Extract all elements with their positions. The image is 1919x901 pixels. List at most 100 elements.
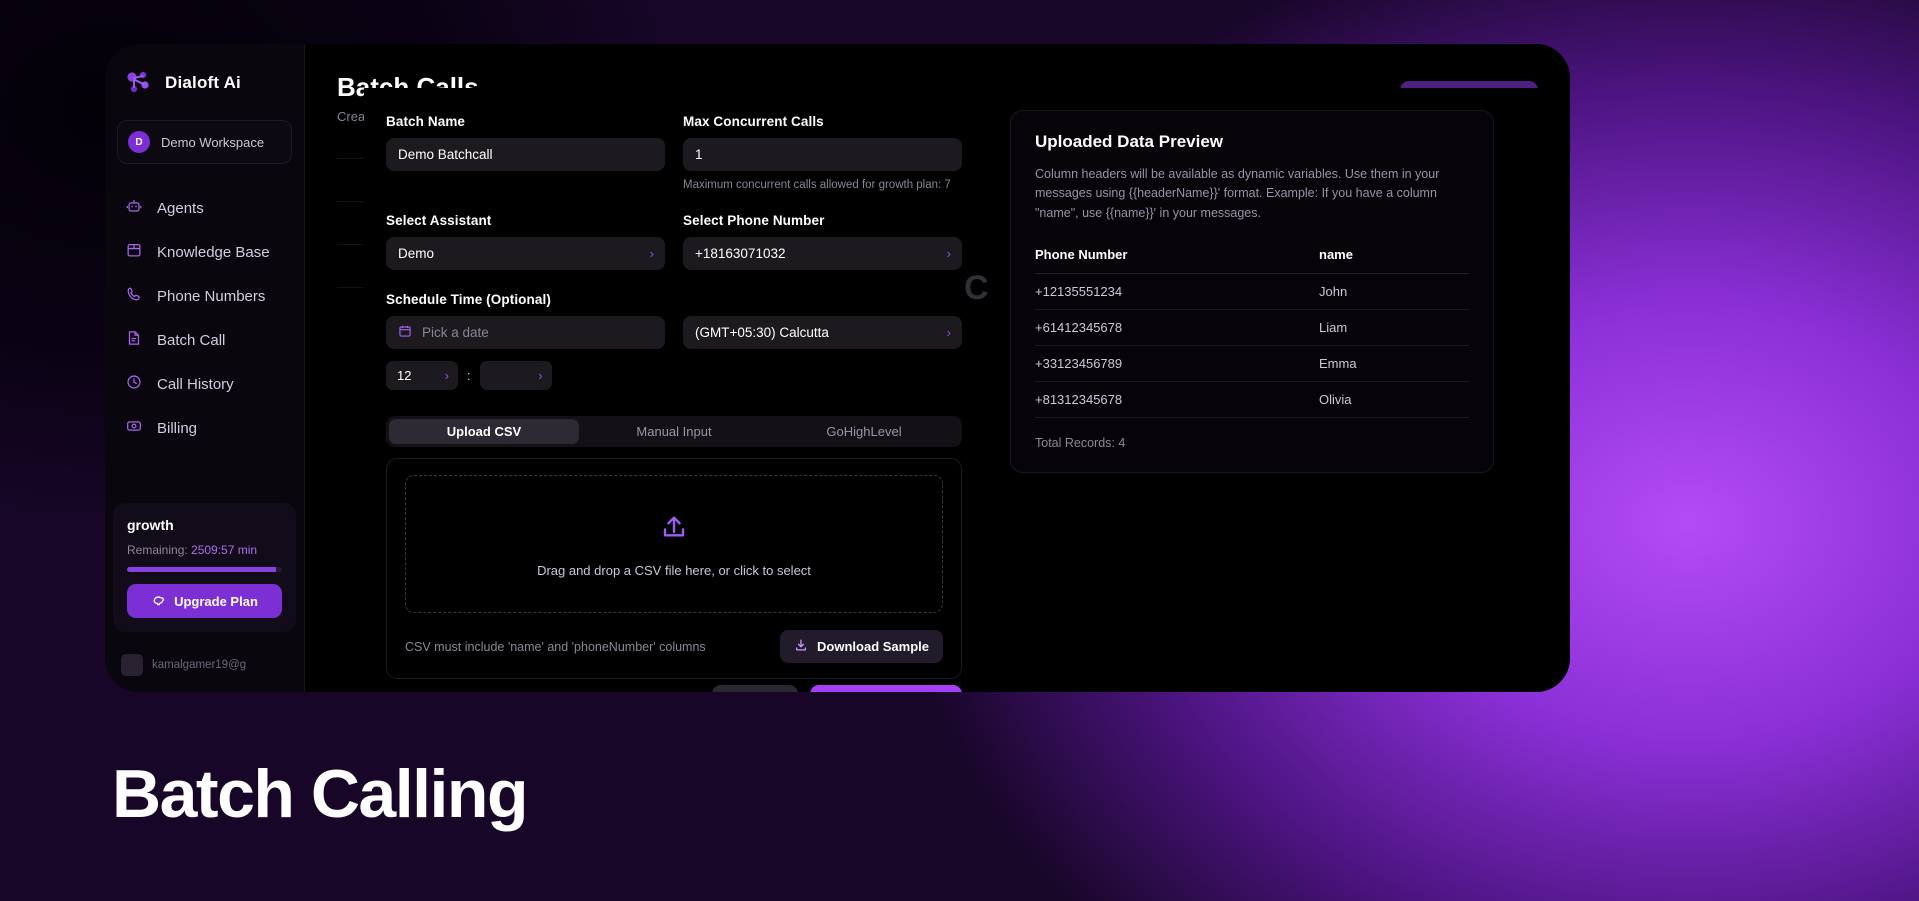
preview-table-body: +12135551234 John +61412345678 Liam +331… [1035, 273, 1469, 419]
chevron-right-icon: › [444, 368, 449, 383]
tab-manual-input[interactable]: Manual Input [579, 419, 769, 444]
timezone-select[interactable]: (GMT+05:30) Calcutta › [683, 316, 962, 349]
dropzone-text: Drag and drop a CSV file here, or click … [537, 563, 811, 578]
cell-phone: +81312345678 [1035, 381, 1319, 419]
cell-name: Liam [1319, 309, 1469, 347]
preview-description: Column headers will be available as dyna… [1035, 167, 1440, 220]
preview-title: Uploaded Data Preview [1035, 132, 1224, 151]
max-concurrent-hint: Maximum concurrent calls allowed for gro… [683, 179, 951, 191]
uploaded-data-preview-card: Uploaded Data Preview Column headers wil… [1010, 110, 1494, 474]
column-header-name: name [1319, 247, 1469, 275]
sidebar-item-knowledge-base[interactable]: Knowledge Base [105, 230, 304, 274]
time-separator: : [467, 368, 471, 383]
phone-number-value: +18163071032 [695, 246, 786, 261]
document-icon [125, 329, 143, 351]
sidebar-item-label: Batch Call [157, 331, 226, 349]
tab-upload-csv[interactable]: Upload CSV [389, 419, 579, 444]
csv-columns-note: CSV must include 'name' and 'phoneNumber… [405, 639, 706, 654]
date-field: Pick a date [386, 316, 665, 349]
card-icon [125, 417, 143, 439]
avatar [121, 654, 143, 676]
phone-icon [125, 285, 143, 307]
date-placeholder: Pick a date [422, 325, 489, 340]
sidebar-item-call-history[interactable]: Call History [105, 362, 304, 406]
workspace-avatar: D [128, 131, 150, 153]
row-name-concurrency: Batch Name Demo Batchcall Max Concurrent… [386, 114, 962, 191]
plan-remaining: Remaining: 2509:57 min [127, 543, 282, 557]
sidebar-item-phone-numbers[interactable]: Phone Numbers [105, 274, 304, 318]
schedule-label: Schedule Time (Optional) [386, 292, 551, 307]
upgrade-plan-label: Upgrade Plan [174, 593, 258, 609]
max-concurrent-input[interactable]: 1 [683, 138, 962, 171]
workspace-label: Demo Workspace [161, 134, 265, 150]
batch-name-input[interactable]: Demo Batchcall [386, 138, 665, 171]
preview-table-head: Phone Number name [1035, 247, 1469, 275]
preview-table: Phone Number name +12135551234 John +614… [1035, 247, 1469, 419]
plan-progress-fill [127, 567, 276, 572]
table-row: +61412345678 Liam [1035, 309, 1469, 347]
assistant-value: Demo [398, 246, 435, 261]
dialoft-logo-icon [123, 68, 153, 98]
cancel-button[interactable]: Cancel [712, 685, 799, 692]
sidebar-item-batch-call[interactable]: Batch Call [105, 318, 304, 362]
upgrade-plan-button[interactable]: Upgrade Plan [127, 584, 282, 618]
robot-icon [125, 197, 143, 219]
chevron-right-icon: › [946, 246, 951, 261]
upload-footer: CSV must include 'name' and 'phoneNumber… [405, 630, 943, 663]
total-records: Total Records: 4 [1035, 436, 1126, 451]
upload-card: Drag and drop a CSV file here, or click … [386, 458, 962, 679]
table-row: +12135551234 John [1035, 273, 1469, 311]
sidebar-item-billing[interactable]: Billing [105, 406, 304, 450]
plan-name: growth [127, 517, 174, 533]
chevron-right-icon: › [946, 325, 951, 340]
cell-name: Emma [1319, 345, 1469, 383]
time-row: 12 › : › [386, 361, 962, 390]
table-row: +33123456789 Emma [1035, 345, 1469, 383]
phone-number-field: Select Phone Number +18163071032 › [683, 213, 962, 270]
app-window: Dialoft Ai D Demo Workspace Agents Knowl… [105, 44, 1570, 692]
download-icon [794, 638, 808, 655]
sidebar-item-agents[interactable]: Agents [105, 186, 304, 230]
brand-name: Dialoft Ai [165, 73, 241, 92]
user-row[interactable]: kamalgamer19@g [121, 654, 246, 676]
timezone-value: (GMT+05:30) Calcutta [695, 325, 829, 340]
create-batch-call-submit[interactable]: Create Batch Call [810, 685, 962, 692]
download-sample-button[interactable]: Download Sample [780, 630, 943, 663]
row-assistant-phone: Select Assistant Demo › Select Phone Num… [386, 213, 962, 270]
plan-remaining-prefix: Remaining: [127, 543, 192, 557]
cell-phone: +33123456789 [1035, 345, 1319, 383]
assistant-select[interactable]: Demo › [386, 237, 665, 270]
workspace-switcher[interactable]: D Demo Workspace [117, 120, 292, 164]
sidebar: Dialoft Ai D Demo Workspace Agents Knowl… [105, 44, 305, 692]
timezone-field: (GMT+05:30) Calcutta › [683, 316, 962, 349]
sidebar-item-label: Call History [157, 375, 234, 393]
sidebar-item-label: Billing [157, 419, 198, 437]
upload-icon [657, 510, 691, 549]
phone-number-select[interactable]: +18163071032 › [683, 237, 962, 270]
calendar-icon [398, 324, 412, 341]
sidebar-nav: Agents Knowledge Base Phone Numbers Batc… [105, 186, 304, 450]
batch-name-field: Batch Name Demo Batchcall [386, 114, 665, 191]
source-tabs: Upload CSV Manual Input GoHighLevel [386, 416, 962, 447]
modal-actions: Cancel Create Batch Call [712, 685, 962, 692]
column-header-phone: Phone Number [1035, 247, 1319, 275]
sidebar-item-label: Knowledge Base [157, 243, 270, 261]
csv-dropzone[interactable]: Drag and drop a CSV file here, or click … [405, 475, 943, 613]
sparkle-icon [151, 592, 166, 610]
book-icon [125, 241, 143, 263]
hour-select[interactable]: 12 › [386, 361, 458, 390]
user-email: kamalgamer19@g [152, 659, 247, 671]
table-header-row: Phone Number name [1035, 247, 1469, 275]
cell-name: John [1319, 273, 1469, 311]
chevron-right-icon: › [649, 246, 654, 261]
clock-icon [125, 373, 143, 395]
minute-select[interactable]: › [479, 361, 552, 390]
cell-name: Olivia [1319, 381, 1469, 419]
assistant-field: Select Assistant Demo › [386, 213, 665, 270]
schedule-row: Pick a date (GMT+05:30) Calcutta › [386, 316, 962, 349]
max-concurrent-label: Max Concurrent Calls [683, 114, 824, 129]
tab-gohighlevel[interactable]: GoHighLevel [769, 419, 959, 444]
overlay-caption: Batch Calling [112, 756, 529, 832]
plan-progress-bar [127, 567, 282, 572]
date-picker-input[interactable]: Pick a date [386, 316, 665, 349]
